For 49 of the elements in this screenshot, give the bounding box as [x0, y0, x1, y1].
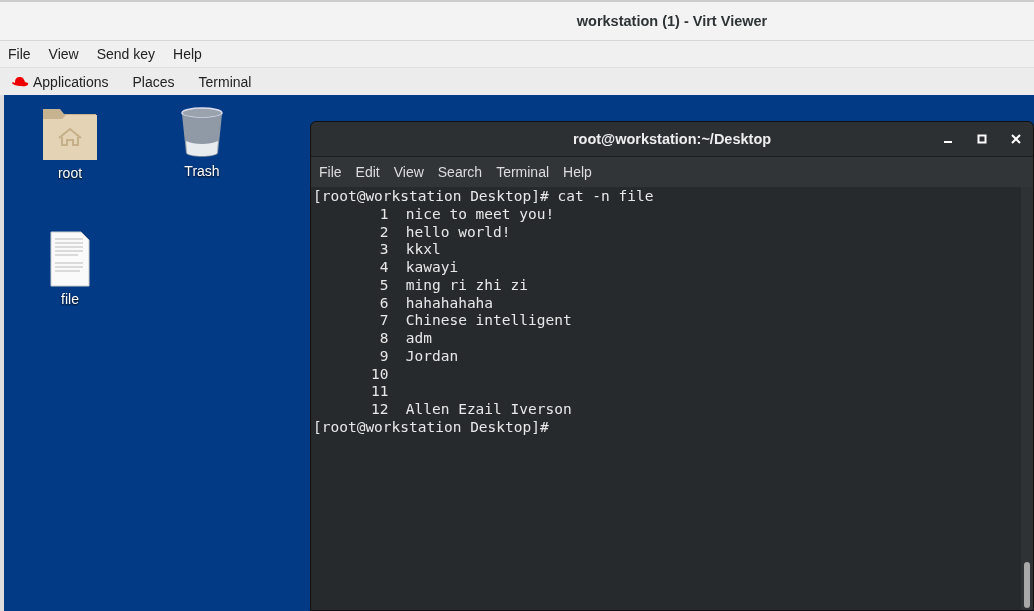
line-number: 3: [378, 241, 389, 259]
line-number: 1: [378, 205, 389, 224]
close-icon[interactable]: [1011, 134, 1021, 144]
file-line: ming ri zhi zi: [405, 276, 528, 295]
line-number: 10: [369, 365, 389, 384]
menu-item[interactable]: Send key: [96, 46, 156, 62]
line-number: 12: [369, 401, 389, 419]
menu-item[interactable]: Edit: [355, 164, 380, 180]
line-number: 9: [378, 347, 389, 366]
hat-icon: [11, 75, 29, 88]
menu-item[interactable]: Help: [173, 46, 202, 62]
line-number: 6: [378, 294, 389, 313]
file-line: kawayi: [405, 259, 459, 277]
desktop-icon-label[interactable]: file: [61, 291, 79, 307]
maximize-icon[interactable]: [977, 134, 987, 144]
line-number: 4: [378, 259, 389, 277]
panel-menu-item[interactable]: Terminal: [198, 73, 252, 90]
line-number: 11: [369, 383, 389, 401]
desktop-icon-label[interactable]: root: [57, 165, 83, 181]
terminal-title: root@workstation:~/Desktop: [572, 131, 772, 147]
line-number: 5: [378, 276, 389, 295]
line-number: 7: [378, 312, 389, 330]
desktop-icon-label[interactable]: Trash: [184, 163, 220, 179]
menu-item[interactable]: View: [48, 46, 79, 62]
file-line: nice to meet you!: [405, 205, 555, 224]
file-line: hello world!: [405, 223, 511, 242]
trash-icon[interactable]: [180, 107, 224, 159]
panel-menu-item[interactable]: Places: [132, 73, 175, 90]
file-line: kkxl: [405, 241, 441, 259]
menu-item[interactable]: File: [8, 46, 31, 62]
menu-item[interactable]: Search: [437, 164, 483, 180]
document-icon[interactable]: [50, 231, 90, 287]
home-folder-icon[interactable]: [42, 107, 98, 161]
file-line: Jordan: [405, 347, 459, 366]
panel-menu-item[interactable]: Applications: [33, 73, 109, 90]
menu-item[interactable]: File: [319, 164, 342, 180]
file-line: adm: [405, 330, 432, 348]
scrollbar-thumb[interactable]: [1024, 562, 1030, 608]
file-line: Chinese intelligent: [405, 312, 572, 330]
menu-item[interactable]: View: [393, 164, 424, 180]
line-number: 8: [378, 330, 389, 348]
menu-item[interactable]: Help: [563, 164, 592, 180]
file-line: Allen Ezail Iverson: [405, 401, 572, 419]
menu-item[interactable]: Terminal: [496, 164, 550, 180]
command-line: [root@workstation Desktop]# cat -n file: [313, 188, 654, 204]
file-line: hahahahaha: [405, 294, 494, 313]
line-number: 2: [378, 223, 389, 242]
window-title: workstation (1) - Virt Viewer: [576, 13, 768, 29]
shell-prompt: [root@workstation Desktop]#: [313, 418, 549, 435]
